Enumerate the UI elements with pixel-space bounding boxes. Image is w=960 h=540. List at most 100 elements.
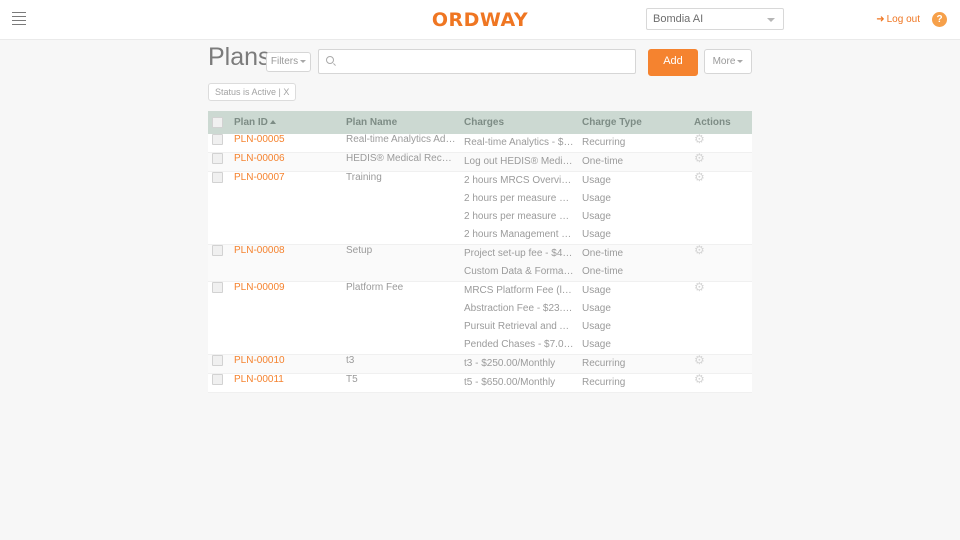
plan-name-cell: HEDIS® Medical Record Revi... [342, 153, 460, 172]
toolbar: Plans Filters Add More [208, 47, 752, 75]
gear-icon[interactable]: ⚙ [694, 134, 705, 145]
charge-name: 2 hours MRCS Overview and... [464, 172, 574, 190]
table-row[interactable]: PLN-00009 Platform FeeMRCS Platform Fee (… [208, 282, 752, 355]
table-row[interactable]: PLN-00010t3t3 - $250.00/MonthlyRecurring… [208, 355, 752, 374]
charges-cell: Real-time Analytics - $5,000.... [460, 134, 578, 153]
search-box[interactable] [318, 49, 636, 74]
charge-type: Usage [582, 226, 686, 244]
page-title: Plans [208, 43, 271, 72]
tenant-select[interactable]: Bomdia AI [646, 8, 784, 30]
gear-icon[interactable]: ⚙ [694, 282, 705, 293]
charge-name: 2 hours per measure group ... [464, 208, 574, 226]
charge-type: One-time [582, 153, 686, 171]
row-checkbox[interactable] [212, 282, 223, 293]
charge-name: Log out HEDIS® Medical Rec... [464, 153, 574, 171]
row-checkbox[interactable] [212, 374, 223, 385]
plan-name-cell: Platform Fee [342, 282, 460, 355]
plan-id-link[interactable]: PLN-00007 [234, 172, 285, 183]
top-bar: ORDWAY Bomdia AI ➜Log out ? [0, 0, 960, 40]
row-checkbox[interactable] [212, 355, 223, 366]
charge-type: Usage [582, 300, 686, 318]
table-row[interactable]: PLN-00008 SetupProject set-up fee - $4,95… [208, 245, 752, 282]
hamburger-icon[interactable] [12, 12, 26, 25]
search-input[interactable] [339, 50, 633, 75]
column-header-plan-name[interactable]: Plan Name [342, 111, 460, 134]
hamburger-line [12, 12, 26, 13]
column-header-charges[interactable]: Charges [460, 111, 578, 134]
chevron-down-icon [300, 60, 306, 63]
gear-icon[interactable]: ⚙ [694, 355, 705, 366]
column-header-plan-id[interactable]: Plan ID [230, 111, 342, 134]
charge-type: Recurring [582, 374, 686, 392]
table-row[interactable]: PLN-00011T5t5 - $650.00/MonthlyRecurring… [208, 374, 752, 393]
row-checkbox[interactable] [212, 153, 223, 164]
logout-button[interactable]: ➜Log out [876, 14, 920, 25]
charges-cell: t5 - $650.00/Monthly [460, 374, 578, 393]
ordway-logo: ORDWAY [0, 9, 960, 31]
column-header-charge-type[interactable]: Charge Type [578, 111, 690, 134]
actions-cell: ⚙ [690, 374, 752, 393]
gear-icon[interactable]: ⚙ [694, 245, 705, 256]
plan-id-link[interactable]: PLN-00010 [234, 355, 285, 366]
charge-name: Custom Data & Format Servi... [464, 263, 574, 281]
hamburger-line [12, 20, 26, 21]
plan-id-cell: PLN-00005 [230, 134, 342, 153]
charge-type-cell: UsageUsageUsageUsage [578, 282, 690, 355]
select-all-header [208, 111, 230, 134]
charge-type-cell: Recurring [578, 374, 690, 393]
plan-id-link[interactable]: PLN-00006 [234, 153, 285, 164]
row-checkbox[interactable] [212, 172, 223, 183]
table-row[interactable]: PLN-00005 Real-time Analytics Add OnReal-… [208, 134, 752, 153]
charge-name: Abstraction Fee - $23.00/Cha... [464, 300, 574, 318]
row-select-cell [208, 355, 230, 374]
gear-icon[interactable]: ⚙ [694, 374, 705, 385]
more-button[interactable]: More [704, 49, 752, 74]
plan-name-cell: t3 [342, 355, 460, 374]
chevron-down-icon [737, 60, 743, 63]
charge-name: Pended Chases - $7.00/Chas... [464, 336, 574, 354]
table-row[interactable]: PLN-00006 HEDIS® Medical Record Revi...Lo… [208, 153, 752, 172]
table-header-row: Plan ID Plan Name Charges Charge Type Ac… [208, 111, 752, 134]
charge-type: Usage [582, 190, 686, 208]
hamburger-line [12, 24, 26, 25]
row-select-cell [208, 134, 230, 153]
row-select-cell [208, 282, 230, 355]
charge-name: MRCS Platform Fee (load file... [464, 282, 574, 300]
gear-icon[interactable]: ⚙ [694, 153, 705, 164]
plan-id-link[interactable]: PLN-00011 [234, 374, 284, 385]
filter-chip-status[interactable]: Status is Active | X [208, 83, 296, 101]
charge-type-cell: One-timeOne-time [578, 245, 690, 282]
select-all-checkbox[interactable] [212, 117, 223, 128]
search-icon [326, 56, 334, 64]
plans-table-body: PLN-00005 Real-time Analytics Add OnReal-… [208, 134, 752, 393]
gear-icon[interactable]: ⚙ [694, 172, 705, 183]
actions-cell: ⚙ [690, 355, 752, 374]
charges-cell: Log out HEDIS® Medical Rec... [460, 153, 578, 172]
plan-id-link[interactable]: PLN-00009 [234, 282, 285, 293]
charge-type: One-time [582, 263, 686, 281]
filters-button[interactable]: Filters [266, 52, 311, 72]
plan-name-cell: Real-time Analytics Add On [342, 134, 460, 153]
charge-name: Project set-up fee - $4,950.00 [464, 245, 574, 263]
filters-label: Filters [271, 56, 298, 67]
charge-type: Usage [582, 318, 686, 336]
plan-id-cell: PLN-00009 [230, 282, 342, 355]
plan-id-cell: PLN-00010 [230, 355, 342, 374]
page-content: Plans Filters Add More Status is Active … [208, 47, 752, 393]
plan-id-link[interactable]: PLN-00008 [234, 245, 285, 256]
add-button[interactable]: Add [648, 49, 698, 76]
plan-id-link[interactable]: PLN-00005 [234, 134, 285, 145]
row-select-cell [208, 374, 230, 393]
charges-cell: Project set-up fee - $4,950.00Custom Dat… [460, 245, 578, 282]
actions-cell: ⚙ [690, 134, 752, 153]
row-checkbox[interactable] [212, 134, 223, 145]
filter-chip-remove-icon[interactable]: X [283, 87, 289, 97]
plan-id-cell: PLN-00011 [230, 374, 342, 393]
plan-id-cell: PLN-00008 [230, 245, 342, 282]
table-row[interactable]: PLN-00007Training2 hours MRCS Overview a… [208, 172, 752, 245]
plan-name-cell: Setup [342, 245, 460, 282]
help-button[interactable]: ? [932, 12, 947, 27]
charge-type-cell: One-time [578, 153, 690, 172]
charges-cell: 2 hours MRCS Overview and... 2 hours per … [460, 172, 578, 245]
row-checkbox[interactable] [212, 245, 223, 256]
